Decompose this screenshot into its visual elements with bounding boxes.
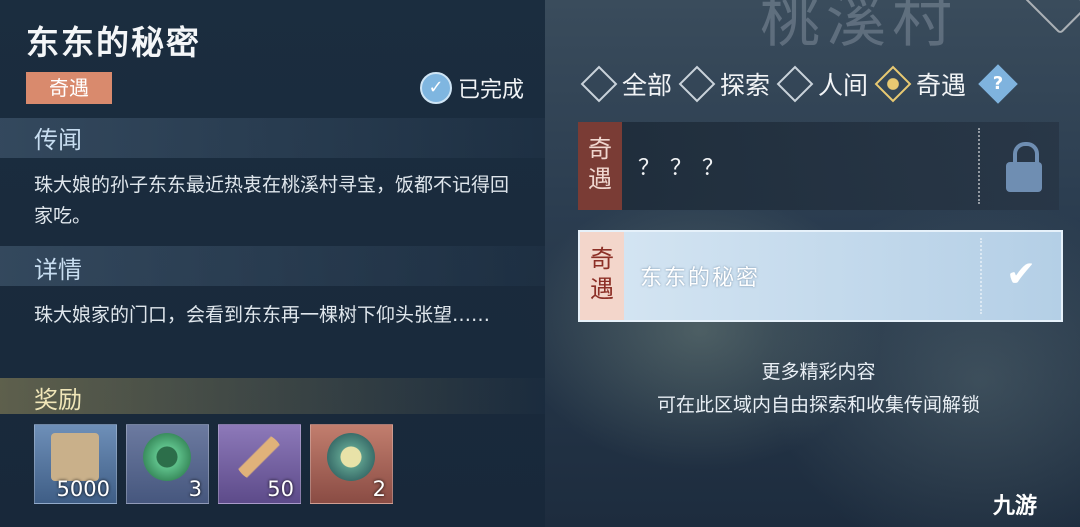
tab-label: 探索: [720, 71, 771, 100]
quest-card-selected[interactable]: 奇遇 东东的秘密 ✔: [578, 230, 1063, 322]
help-button[interactable]: ?: [978, 64, 1018, 104]
card-type-tag: 奇遇: [578, 122, 622, 210]
quest-title: 东东的秘密: [26, 23, 201, 62]
filter-tabs: 全部 探索 人间 奇遇 ?: [578, 64, 1018, 104]
watermark-logo: 九游: [993, 494, 1038, 519]
quest-detail-panel: 东东的秘密 奇遇 ✓ 已完成 传闻 珠大娘的孙子东东最近热衷在桃溪村寻宝，饭都不…: [0, 0, 545, 527]
rumor-heading: 传闻: [34, 126, 82, 154]
reward-count: 50: [267, 477, 294, 501]
tab-all[interactable]: 全部: [578, 65, 673, 103]
more-content-line1: 更多精彩内容: [761, 361, 876, 383]
diamond-selected-icon: [874, 65, 912, 103]
rumor-text: 珠大娘的孙子东东最近热衷在桃溪村寻宝，饭都不记得回家吃。: [34, 174, 510, 227]
detail-heading: 详情: [34, 256, 82, 284]
tab-explore[interactable]: 探索: [676, 65, 771, 103]
reward-count: 5000: [56, 477, 110, 501]
check-circle-icon: ✓: [420, 72, 452, 104]
scroll-icon: [51, 433, 99, 481]
reward-item[interactable]: 2: [310, 424, 393, 504]
orb-icon: [327, 433, 375, 481]
tab-label: 奇遇: [916, 71, 967, 100]
card-name: 东东的秘密: [640, 266, 761, 291]
tab-label: 人间: [818, 71, 869, 100]
tab-world[interactable]: 人间: [774, 65, 869, 103]
reward-item[interactable]: 50: [218, 424, 301, 504]
reward-count: 3: [188, 477, 202, 501]
more-content-hint: 更多精彩内容 可在此区域内自由探索和收集传闻解锁: [578, 356, 1059, 422]
quest-type-tag: 奇遇: [26, 72, 112, 104]
diamond-icon: [580, 65, 618, 103]
jade-icon: [143, 433, 191, 481]
reward-list: 5000 3 50 2: [34, 424, 393, 504]
lock-icon: [1006, 142, 1042, 192]
completed-label: 已完成: [458, 78, 525, 103]
diamond-icon: [776, 65, 814, 103]
detail-text: 珠大娘家的门口，会看到东东再一棵树下仰头张望……: [34, 304, 491, 326]
card-name: ？？？: [638, 156, 735, 181]
tab-encounter[interactable]: 奇遇: [872, 65, 967, 103]
quest-card-locked[interactable]: 奇遇 ？？？: [578, 122, 1059, 210]
checkmark-icon: ✔: [1006, 254, 1037, 295]
card-type-tag: 奇遇: [580, 232, 624, 320]
question-icon: ?: [992, 73, 1004, 94]
reward-heading: 奖励: [34, 386, 82, 414]
reward-item[interactable]: 3: [126, 424, 209, 504]
dagger-icon: [235, 433, 283, 481]
more-content-line2: 可在此区域内自由探索和收集传闻解锁: [656, 394, 980, 416]
tab-label: 全部: [622, 71, 673, 100]
dotted-divider: [978, 128, 980, 204]
diamond-icon: [678, 65, 716, 103]
completed-status: ✓ 已完成: [420, 72, 524, 104]
reward-count: 2: [372, 477, 386, 501]
dotted-divider: [980, 238, 982, 314]
reward-item[interactable]: 5000: [34, 424, 117, 504]
village-name-background: 桃溪村: [760, 0, 958, 56]
